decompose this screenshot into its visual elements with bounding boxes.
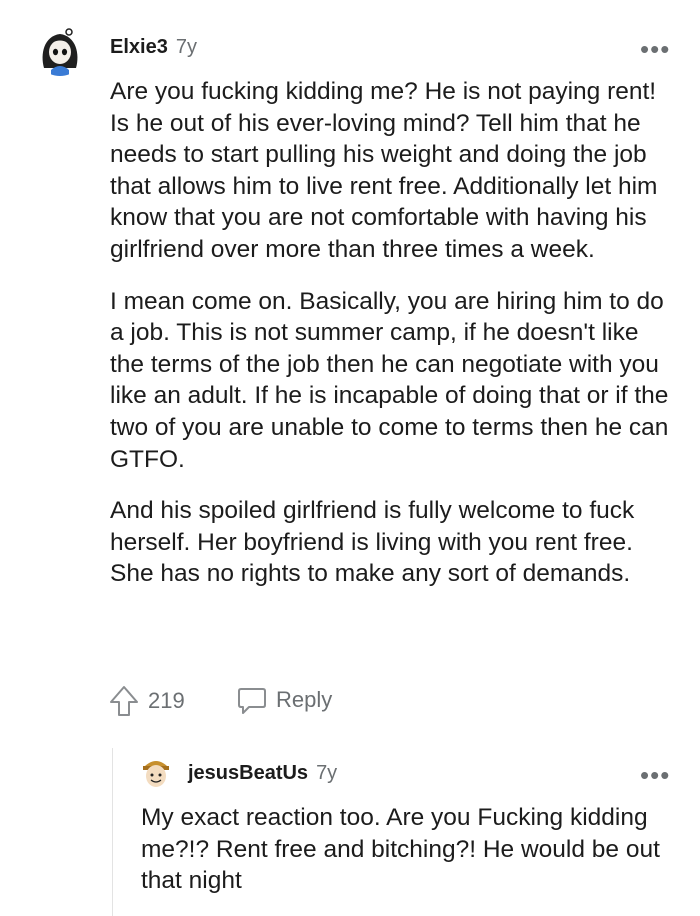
upvote-button[interactable]: 219 xyxy=(108,684,185,718)
comment-paragraph: I mean come on. Basically, you are hirin… xyxy=(110,287,669,473)
upvote-count: 219 xyxy=(148,688,185,713)
reply-username[interactable]: jesusBeatUs xyxy=(188,762,308,785)
more-options-icon[interactable]: ••• xyxy=(640,36,670,62)
comment-paragraph: Are you fucking kidding me? He is not pa… xyxy=(110,78,658,263)
comment-age: 7y xyxy=(175,36,197,58)
reply-text: My exact reaction too. Are you Fucking k… xyxy=(141,804,660,895)
comment-body: Are you fucking kidding me? He is not pa… xyxy=(110,76,670,590)
upvote-arrow-icon xyxy=(110,686,138,716)
reply-body: My exact reaction too. Are you Fucking k… xyxy=(141,802,671,897)
thread-line[interactable] xyxy=(112,748,113,916)
reply-age: 7y xyxy=(316,762,338,784)
comment-username[interactable]: Elxie3 xyxy=(110,36,168,59)
reply-header: jesusBeatUs 7y xyxy=(188,762,337,785)
speech-bubble-icon xyxy=(238,688,266,714)
reply-avatar[interactable] xyxy=(138,754,174,790)
reply-label: Reply xyxy=(276,687,333,712)
more-options-icon[interactable]: ••• xyxy=(640,762,670,788)
reply-button[interactable]: Reply xyxy=(236,684,332,716)
avatar[interactable] xyxy=(34,24,86,76)
comment-header: Elxie3 7y xyxy=(110,36,197,59)
user-avatar-icon xyxy=(138,754,174,790)
user-avatar-icon xyxy=(34,24,86,76)
comment-paragraph: And his spoiled girlfriend is fully welc… xyxy=(110,497,635,588)
